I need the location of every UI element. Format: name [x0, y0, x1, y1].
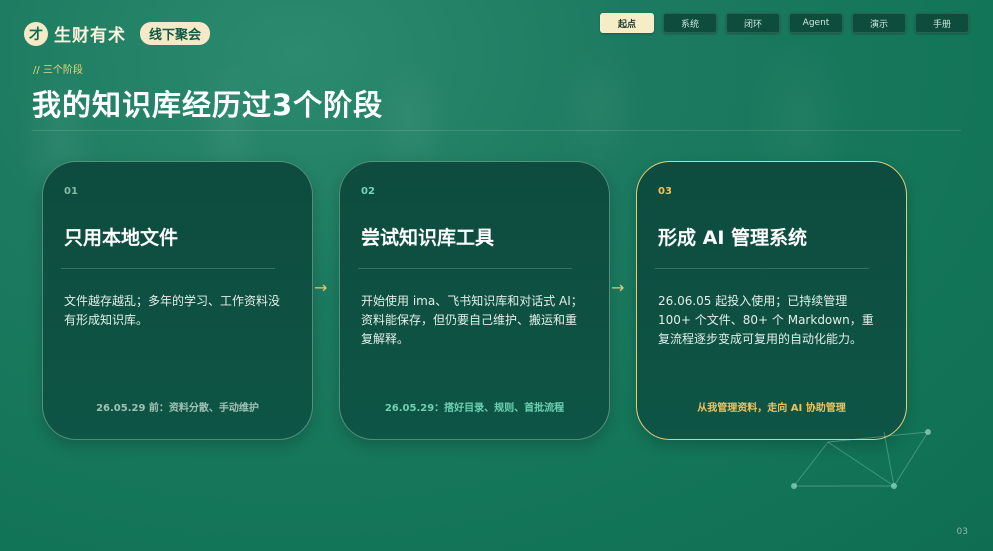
- arrow-right-icon: →: [314, 278, 328, 297]
- tab-manual[interactable]: 手册: [915, 13, 969, 33]
- stage-footnote: 26.05.29 前：资料分散、手动维护: [96, 403, 259, 414]
- stage-title: 形成 AI 管理系统: [658, 227, 808, 249]
- brand-name: 生财有术: [54, 26, 126, 46]
- brand-mark-icon: 才: [24, 21, 48, 46]
- title-divider: [32, 130, 961, 131]
- stage-number: 02: [361, 186, 375, 197]
- stage-card-2: 02 尝试知识库工具 开始使用 ima、飞书知识库和对话式 AI；资料能保存，但…: [339, 161, 610, 440]
- stage-description: 文件越存越乱；多年的学习、工作资料没有形成知识库。: [64, 294, 281, 327]
- stage-card-3: 03 形成 AI 管理系统 26.06.05 起投入使用；已持续管理 100+ …: [636, 161, 907, 440]
- brand-logo: 才 生财有术 线下聚会: [24, 21, 211, 46]
- stage-divider: [61, 268, 275, 269]
- stage-description: 开始使用 ima、飞书知识库和对话式 AI；资料能保存，但仍要自己维护、搬运和重…: [361, 294, 583, 346]
- tab-start[interactable]: 起点: [600, 13, 654, 33]
- stage-title: 尝试知识库工具: [361, 227, 495, 249]
- stage-card-1: 01 只用本地文件 文件越存越乱；多年的学习、工作资料没有形成知识库。 26.0…: [42, 161, 313, 440]
- section-kicker: // 三个阶段: [33, 65, 83, 76]
- tab-system[interactable]: 系统: [663, 13, 717, 33]
- stage-title: 只用本地文件: [64, 227, 179, 249]
- tab-loop[interactable]: 闭环: [726, 13, 780, 33]
- network-decoration: [791, 429, 931, 489]
- stage-footnote: 从我管理资料，走向 AI 协助管理: [697, 403, 846, 414]
- page-title: 我的知识库经历过3个阶段: [32, 88, 384, 122]
- stage-footnote: 26.05.29：搭好目录、规则、首批流程: [384, 403, 565, 414]
- arrow-right-icon: →: [611, 278, 625, 297]
- stage-number: 03: [658, 186, 672, 197]
- stage-description: 26.06.05 起投入使用；已持续管理 100+ 个文件、80+ 个 Mark…: [658, 294, 874, 346]
- tab-agent[interactable]: Agent: [789, 13, 843, 33]
- stage-number: 01: [64, 186, 78, 197]
- top-nav: 起点 系统 闭环 Agent 演示 手册: [600, 13, 969, 33]
- stage-divider: [358, 268, 572, 269]
- stage-divider: [655, 268, 869, 269]
- event-badge: 线下聚会: [140, 22, 211, 45]
- page-number: 03: [956, 527, 968, 537]
- tab-demo[interactable]: 演示: [852, 13, 906, 33]
